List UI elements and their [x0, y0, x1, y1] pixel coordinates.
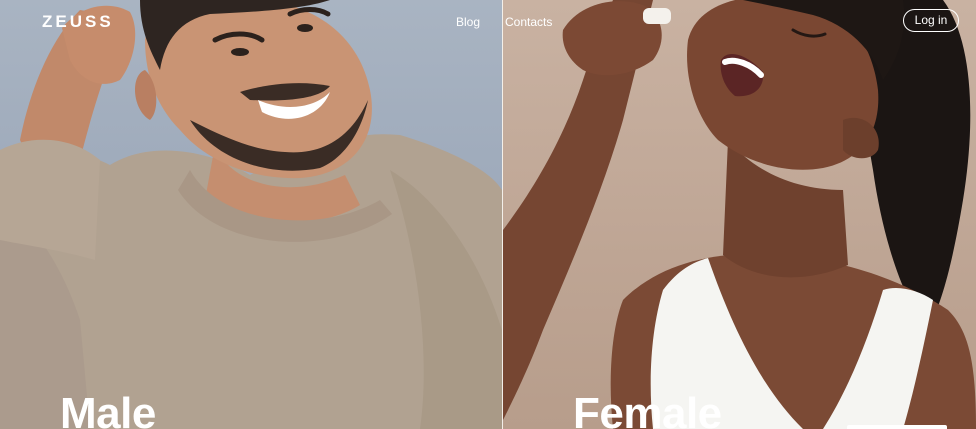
nav-link-blog[interactable]: Blog [456, 15, 480, 29]
nav-link-contacts[interactable]: Contacts [505, 15, 552, 29]
category-title-female[interactable]: Female [573, 392, 722, 429]
male-category-panel[interactable] [0, 0, 502, 429]
bottom-cta-bar[interactable] [847, 425, 947, 429]
page: ZEUSS Blog Contacts Log in Male Female [0, 0, 976, 429]
login-button[interactable]: Log in [903, 9, 959, 32]
category-title-male[interactable]: Male [60, 392, 156, 429]
male-model-photo [0, 0, 502, 429]
logo[interactable]: ZEUSS [42, 12, 114, 32]
female-model-photo [503, 0, 976, 429]
site-header: ZEUSS Blog Contacts Log in [0, 0, 976, 44]
female-category-panel[interactable] [503, 0, 976, 429]
